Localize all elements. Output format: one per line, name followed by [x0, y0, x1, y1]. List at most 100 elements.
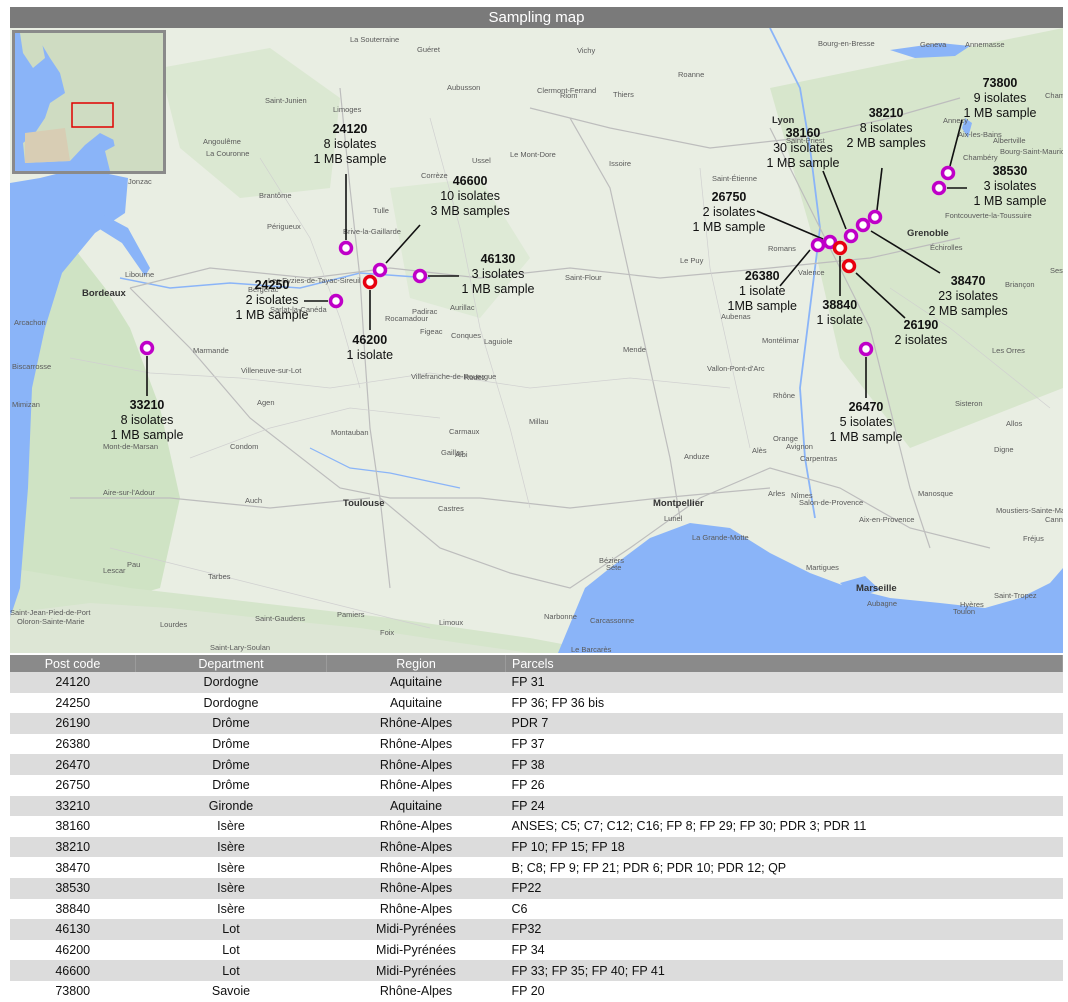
cell-post-code: 33210: [10, 795, 136, 817]
site-post-code: 24250: [254, 278, 290, 292]
cell-parcels: FP22: [505, 877, 1063, 899]
cell-post-code: 46600: [10, 960, 136, 981]
site-info-line: 1 isolate: [738, 284, 786, 298]
map-title: Sampling map: [10, 7, 1063, 28]
table-row: 38210 Isère Rhône-Alpes FP 10; FP 15; FP 18: [10, 836, 1063, 858]
site-info-line: 1 MB sample: [313, 152, 387, 166]
site-info-line: 1 MB sample: [973, 194, 1047, 208]
table-body: 24120 Dordogne Aquitaine FP 31 24250 Dordogne…: [10, 672, 1063, 1002]
cell-parcels: FP 34: [505, 939, 1063, 961]
site-info-line: 30 isolates: [773, 141, 833, 155]
site-callout-38530: 38530 3 isolates 1 MB sample: [974, 164, 1047, 209]
col-post-code: Post code: [10, 655, 136, 672]
site-callout-33210: 33210 8 isolates 1 MB sample: [111, 398, 184, 443]
site-post-code: 26470: [848, 400, 884, 414]
site-marker-46130[interactable]: [412, 268, 428, 284]
site-callout-38210: 38210 8 isolates 2 MB samples: [847, 106, 926, 151]
site-post-code: 46200: [352, 333, 388, 347]
site-callout-24250: 24250 2 isolates 1 MB sample: [236, 278, 309, 323]
cell-department: Drôme: [135, 733, 327, 755]
cell-post-code: 46130: [10, 919, 136, 940]
site-info-line: 1 MB sample: [692, 220, 766, 234]
cell-post-code: 73800: [10, 980, 136, 1002]
site-info-line: 2 isolates: [894, 333, 948, 347]
table-row: 38470 Isère Rhône-Alpes B; C8; FP 9; FP 21;…: [10, 857, 1063, 878]
cell-parcels: FP 37: [505, 733, 1063, 755]
site-info-line: 10 isolates: [440, 189, 500, 203]
cell-post-code: 38160: [10, 816, 136, 837]
site-marker-38840[interactable]: [832, 240, 848, 256]
site-marker-26470[interactable]: [858, 341, 874, 357]
site-info-line: 3 MB samples: [430, 204, 510, 218]
site-callout-38470: 38470 23 isolates 2 MB samples: [929, 274, 1008, 319]
cell-region: Rhône-Alpes: [326, 980, 506, 1002]
cell-parcels: FP32: [505, 919, 1063, 940]
site-callout-26470: 26470 5 isolates 1 MB sample: [830, 400, 903, 445]
cell-parcels: FP 36; FP 36 bis: [505, 692, 1063, 714]
cell-post-code: 24250: [10, 692, 136, 714]
cell-parcels: B; C8; FP 9; FP 21; PDR 6; PDR 10; PDR 1…: [505, 857, 1063, 878]
site-info-line: 1 isolate: [816, 313, 864, 327]
site-callout-26380: 26380 1 isolate 1MB sample: [728, 269, 797, 314]
cell-region: Rhône-Alpes: [326, 733, 506, 755]
cell-parcels: FP 38: [505, 754, 1063, 775]
site-marker-33210[interactable]: [139, 340, 155, 356]
table-row: 24250 Dordogne Aquitaine FP 36; FP 36 bis: [10, 692, 1063, 714]
site-post-code: 33210: [129, 398, 165, 412]
table-row: 38530 Isère Rhône-Alpes FP22: [10, 877, 1063, 899]
site-info-line: 23 isolates: [938, 289, 998, 303]
cell-post-code: 26190: [10, 713, 136, 734]
site-marker-46600[interactable]: [372, 262, 388, 278]
cell-region: Aquitaine: [326, 795, 506, 817]
site-info-line: 2 MB samples: [846, 136, 926, 150]
table-header-row: Post code Department Region Parcels: [10, 655, 1063, 672]
col-department: Department: [135, 655, 327, 672]
site-leader-line: [756, 210, 824, 240]
col-parcels: Parcels: [505, 655, 1063, 672]
site-marker-38160[interactable]: [843, 228, 859, 244]
cell-region: Aquitaine: [326, 672, 506, 693]
site-post-code: 73800: [982, 76, 1018, 90]
cell-region: Rhône-Alpes: [326, 754, 506, 775]
cell-department: Gironde: [135, 795, 327, 817]
site-info-line: 5 isolates: [839, 415, 893, 429]
site-marker-38210[interactable]: [867, 209, 883, 225]
site-callout-46200: 46200 1 isolate: [347, 333, 394, 363]
site-marker-38530[interactable]: [931, 180, 947, 196]
sampling-map[interactable]: La Souterraine Guéret Vichy Bourg-en-Bresse…: [10, 28, 1063, 653]
site-info-line: 1 MB sample: [963, 106, 1037, 120]
site-marker-73800[interactable]: [940, 165, 956, 181]
site-post-code: 46130: [480, 252, 516, 266]
cell-parcels: FP 33; FP 35; FP 40; FP 41: [505, 960, 1063, 981]
cell-post-code: 38840: [10, 898, 136, 920]
site-info-line: 1 MB sample: [766, 156, 840, 170]
site-marker-24250[interactable]: [328, 293, 344, 309]
site-marker-46200[interactable]: [362, 274, 378, 290]
cell-post-code: 26470: [10, 754, 136, 775]
sites-table: Post code Department Region Parcels 2412…: [10, 655, 1063, 1002]
cell-department: Lot: [135, 919, 327, 940]
site-marker-26190[interactable]: [841, 258, 857, 274]
cell-parcels: PDR 7: [505, 713, 1063, 734]
table-row: 33210 Gironde Aquitaine FP 24: [10, 795, 1063, 817]
cell-region: Midi-Pyrénées: [326, 919, 506, 940]
cell-parcels: FP 10; FP 15; FP 18: [505, 836, 1063, 858]
site-post-code: 38470: [950, 274, 986, 288]
site-post-code: 38160: [785, 126, 821, 140]
site-info-line: 1 isolate: [346, 348, 394, 362]
table-row: 46200 Lot Midi-Pyrénées FP 34: [10, 939, 1063, 961]
col-region: Region: [326, 655, 506, 672]
site-marker-24120[interactable]: [338, 240, 354, 256]
site-info-line: 1MB sample: [727, 299, 797, 313]
site-info-line: 8 isolates: [859, 121, 913, 135]
cell-department: Isère: [135, 816, 327, 837]
site-marker-38470[interactable]: [855, 217, 871, 233]
site-callout-38840: 38840 1 isolate: [817, 298, 864, 328]
site-post-code: 38530: [992, 164, 1028, 178]
site-marker-26380[interactable]: [810, 237, 826, 253]
cell-region: Rhône-Alpes: [326, 857, 506, 878]
site-post-code: 24120: [332, 122, 368, 136]
cell-parcels: FP 20: [505, 980, 1063, 1002]
table-row: 26470 Drôme Rhône-Alpes FP 38: [10, 754, 1063, 775]
table-row: 26750 Drôme Rhône-Alpes FP 26: [10, 774, 1063, 796]
